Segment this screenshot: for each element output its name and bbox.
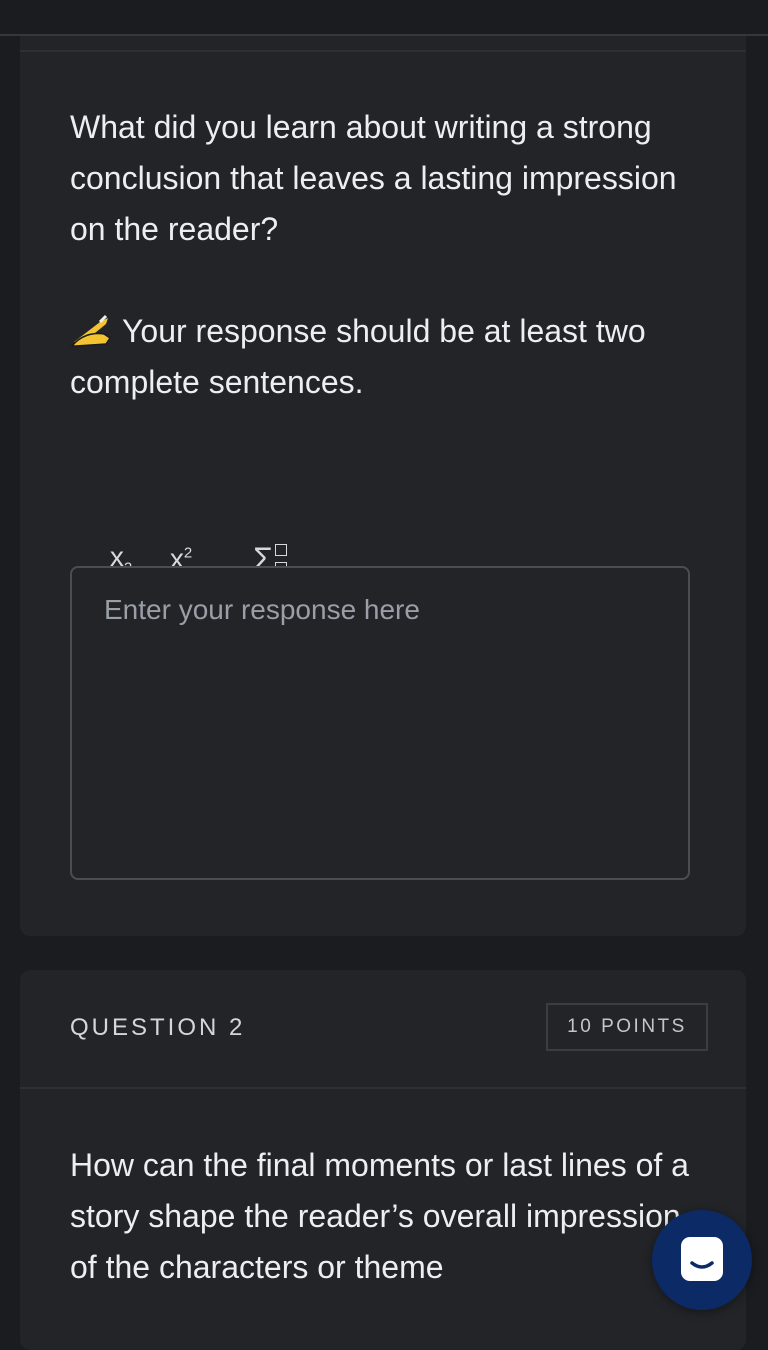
chat-launcher-button[interactable] [652, 1210, 752, 1310]
divider [20, 1087, 746, 1089]
question-2-label: QUESTION 2 [70, 1014, 246, 1041]
response-input[interactable] [70, 566, 690, 880]
question-2-prompt: How can the final moments or last lines … [70, 1147, 689, 1285]
question-2-card: QUESTION 2 10 POINTS How can the final m… [20, 970, 746, 1350]
top-bar [0, 0, 768, 36]
question-1-prompt: What did you learn about writing a stron… [70, 109, 677, 247]
points-badge: 10 POINTS [546, 1003, 708, 1051]
writing-hand-icon [70, 312, 114, 348]
question-1-instruction: Your response should be at least two com… [70, 306, 690, 408]
question-1-card: What did you learn about writing a stron… [20, 36, 746, 936]
instruction-text: Your response should be at least two com… [70, 313, 646, 400]
chat-icon [681, 1237, 723, 1281]
divider [20, 50, 746, 52]
